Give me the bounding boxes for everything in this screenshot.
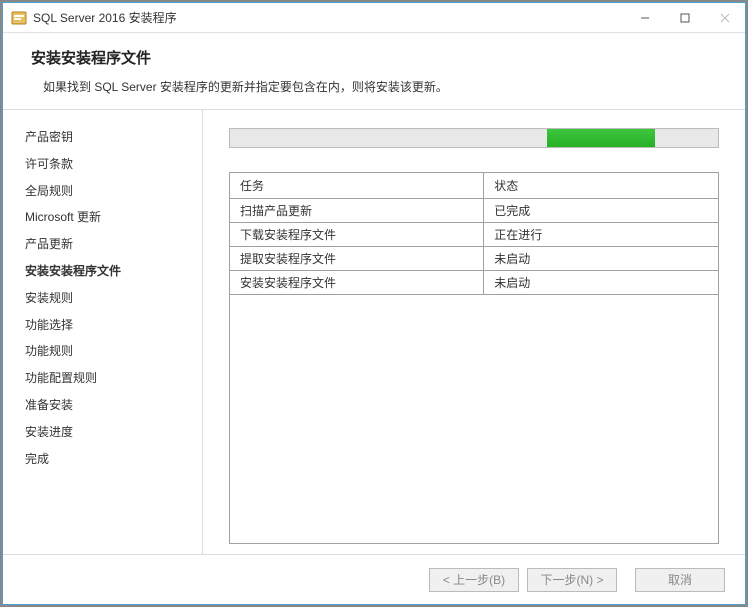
status-cell: 未启动: [484, 271, 718, 295]
sidebar-item-10[interactable]: 准备安装: [25, 392, 202, 419]
next-button[interactable]: 下一步(N) >: [527, 568, 617, 592]
sidebar-item-4[interactable]: 产品更新: [25, 231, 202, 258]
sidebar-item-12[interactable]: 完成: [25, 446, 202, 473]
window-controls: [625, 3, 745, 32]
page-title: 安装安装程序文件: [31, 47, 717, 68]
sidebar-item-9[interactable]: 功能配置规则: [25, 365, 202, 392]
page-subtitle: 如果找到 SQL Server 安装程序的更新并指定要包含在内，则将安装该更新。: [31, 78, 717, 95]
minimize-button[interactable]: [625, 3, 665, 32]
progress-fill: [547, 129, 654, 147]
footer: < 上一步(B) 下一步(N) > 取消: [3, 554, 745, 604]
maximize-button[interactable]: [665, 3, 705, 32]
sidebar-item-2[interactable]: 全局规则: [25, 178, 202, 205]
sidebar-item-7[interactable]: 功能选择: [25, 312, 202, 339]
header: 安装安装程序文件 如果找到 SQL Server 安装程序的更新并指定要包含在内…: [3, 33, 745, 110]
col-header-task: 任务: [230, 173, 484, 199]
table-row: 提取安装程序文件未启动: [230, 247, 718, 271]
status-cell: 未启动: [484, 247, 718, 271]
sidebar-item-1[interactable]: 许可条款: [25, 151, 202, 178]
table-row: 扫描产品更新已完成: [230, 199, 718, 223]
col-header-status: 状态: [484, 173, 718, 199]
cancel-button[interactable]: 取消: [635, 568, 725, 592]
sidebar-item-5[interactable]: 安装安装程序文件: [25, 258, 202, 285]
progress-bar: [229, 128, 719, 148]
task-cell: 下载安装程序文件: [230, 223, 484, 247]
task-cell: 提取安装程序文件: [230, 247, 484, 271]
app-icon: [11, 10, 27, 26]
sidebar-item-0[interactable]: 产品密钥: [25, 124, 202, 151]
back-button[interactable]: < 上一步(B): [429, 568, 519, 592]
sidebar-item-8[interactable]: 功能规则: [25, 338, 202, 365]
status-cell: 已完成: [484, 199, 718, 223]
task-cell: 安装安装程序文件: [230, 271, 484, 295]
task-cell: 扫描产品更新: [230, 199, 484, 223]
installer-window: SQL Server 2016 安装程序 安装安装程序文件 如果找到 SQL S…: [2, 2, 746, 605]
main-panel: 任务 状态 扫描产品更新已完成下载安装程序文件正在进行提取安装程序文件未启动安装…: [203, 110, 745, 554]
table-row: 安装安装程序文件未启动: [230, 271, 718, 295]
table-row: 下载安装程序文件正在进行: [230, 223, 718, 247]
body: 产品密钥许可条款全局规则Microsoft 更新产品更新安装安装程序文件安装规则…: [3, 110, 745, 554]
sidebar-item-6[interactable]: 安装规则: [25, 285, 202, 312]
sidebar-item-3[interactable]: Microsoft 更新: [25, 204, 202, 231]
titlebar: SQL Server 2016 安装程序: [3, 3, 745, 33]
status-cell: 正在进行: [484, 223, 718, 247]
sidebar-item-11[interactable]: 安装进度: [25, 419, 202, 446]
window-title: SQL Server 2016 安装程序: [33, 9, 625, 26]
close-button[interactable]: [705, 3, 745, 32]
task-table: 任务 状态 扫描产品更新已完成下载安装程序文件正在进行提取安装程序文件未启动安装…: [229, 172, 719, 544]
sidebar: 产品密钥许可条款全局规则Microsoft 更新产品更新安装安装程序文件安装规则…: [3, 110, 203, 554]
